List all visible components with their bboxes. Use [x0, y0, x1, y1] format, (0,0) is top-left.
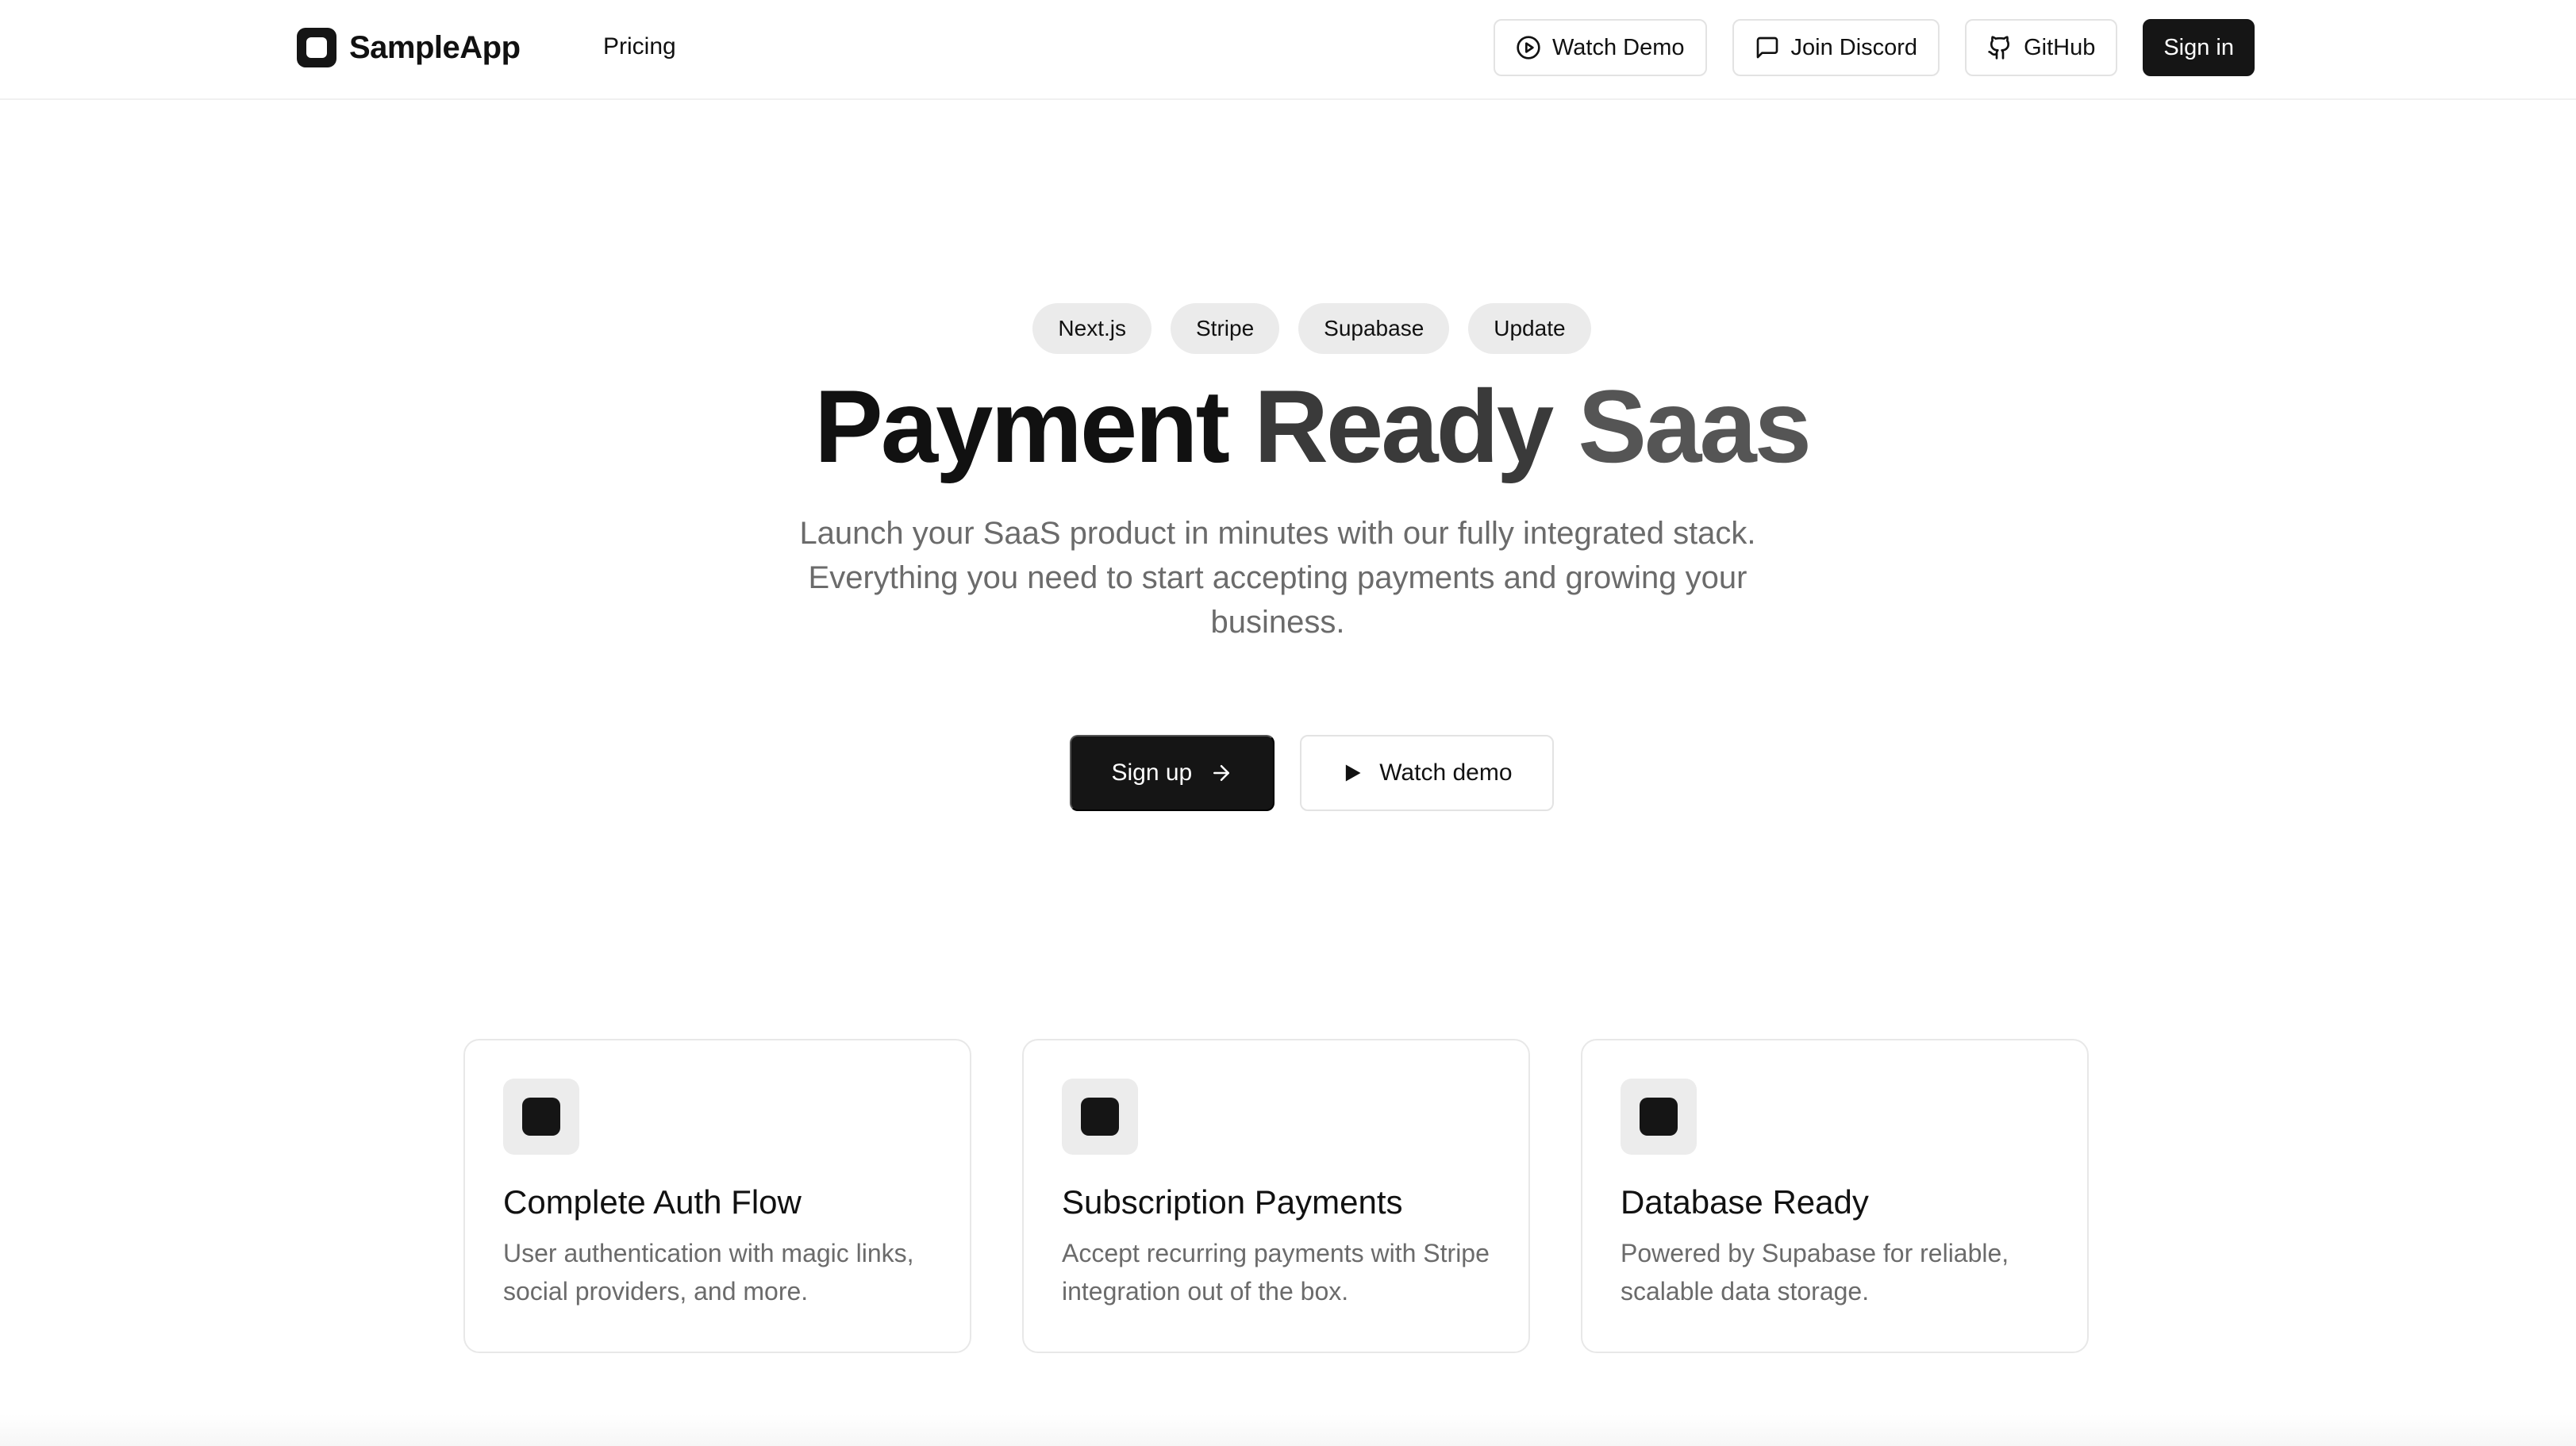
square-icon	[1062, 1079, 1138, 1155]
join-discord-button[interactable]: Join Discord	[1732, 19, 1940, 76]
feature-card-auth: Complete Auth Flow User authentication w…	[463, 1039, 971, 1353]
hero-title-word-2: Ready	[1254, 368, 1554, 484]
message-square-icon	[1756, 37, 1778, 59]
feature-cards: Complete Auth Flow User authentication w…	[463, 1039, 2089, 1353]
watch-demo-nav-button[interactable]: Watch Demo	[1493, 19, 1707, 76]
tech-badges: Next.js Stripe Supabase Update	[0, 303, 2576, 354]
bottom-fade	[0, 1414, 2576, 1446]
badge-nextjs: Next.js	[1032, 303, 1152, 354]
hero-actions: Sign up Watch demo	[0, 735, 2576, 811]
feature-description: User authentication with magic links, so…	[503, 1239, 914, 1306]
feature-description: Powered by Supabase for reliable, scalab…	[1621, 1239, 2009, 1306]
nav-link-pricing[interactable]: Pricing	[603, 33, 676, 60]
brand-name: SampleApp	[349, 29, 521, 65]
github-label: GitHub	[2024, 34, 2096, 60]
hero-title: Payment Ready Saas	[0, 367, 2576, 486]
square-icon	[503, 1079, 579, 1155]
play-circle-icon	[1517, 36, 1540, 60]
watch-demo-hero-button[interactable]: Watch demo	[1300, 735, 1554, 811]
feature-title: Complete Auth Flow	[503, 1183, 802, 1221]
sign-up-label: Sign up	[1111, 760, 1193, 786]
square-icon	[1621, 1079, 1697, 1155]
join-discord-label: Join Discord	[1790, 34, 1918, 60]
sign-in-button[interactable]: Sign in	[2143, 19, 2255, 76]
feature-card-database: Database Ready Powered by Supabase for r…	[1581, 1039, 2089, 1353]
github-icon	[1988, 36, 2010, 60]
feature-card-payments: Subscription Payments Accept recurring p…	[1022, 1039, 1530, 1353]
watch-demo-hero-label: Watch demo	[1379, 760, 1513, 786]
feature-description: Accept recurring payments with Stripe in…	[1062, 1239, 1490, 1306]
hero-subtitle: Launch your SaaS product in minutes with…	[799, 516, 1756, 640]
badge-supabase: Supabase	[1298, 303, 1450, 354]
landing-page: SampleApp Pricing Watch Demo Join Discor…	[0, 0, 2576, 1446]
top-navbar: SampleApp Pricing Watch Demo Join Discor…	[0, 0, 2576, 100]
badge-update: Update	[1468, 303, 1591, 354]
play-icon	[1346, 764, 1361, 782]
arrow-right-icon	[1213, 765, 1230, 781]
feature-title: Database Ready	[1621, 1183, 1869, 1221]
feature-title: Subscription Payments	[1062, 1183, 1403, 1221]
sign-up-button[interactable]: Sign up	[1070, 735, 1275, 811]
watch-demo-nav-label: Watch Demo	[1551, 34, 1685, 60]
badge-stripe: Stripe	[1171, 303, 1280, 354]
nav-actions: Watch Demo Join Discord GitHub Sign in	[1493, 19, 2255, 76]
brand[interactable]: SampleApp	[297, 25, 521, 70]
hero-title-word-3: Saas	[1578, 368, 1812, 484]
github-button[interactable]: GitHub	[1965, 19, 2118, 76]
app-logo-icon	[297, 28, 336, 67]
hero-title-word-1: Payment	[814, 368, 1230, 484]
